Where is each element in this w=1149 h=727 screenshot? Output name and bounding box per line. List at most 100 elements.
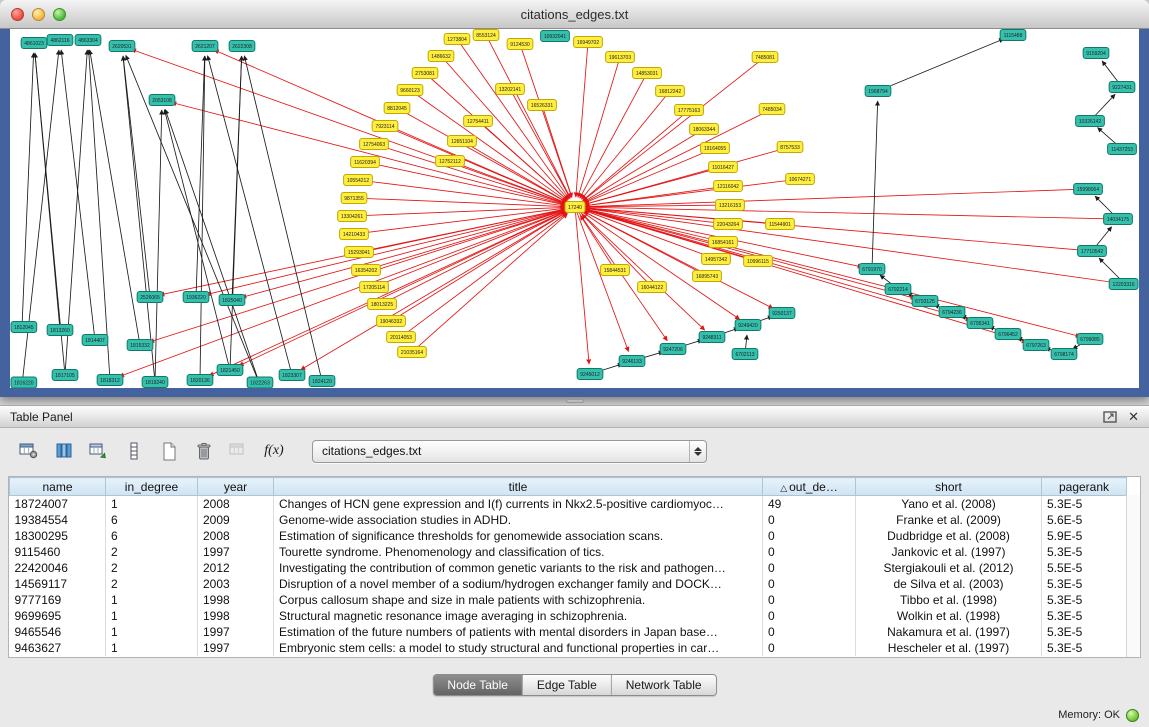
- graph-node[interactable]: 1825040: [219, 295, 245, 306]
- graph-node[interactable]: 12752112: [436, 156, 465, 167]
- graph-node[interactable]: 4863304: [75, 35, 101, 46]
- table-row[interactable]: 911546021997Tourette syndrome. Phenomeno…: [10, 544, 1127, 560]
- graph-node[interactable]: 2053108: [149, 95, 175, 106]
- graph-node[interactable]: 1823307: [279, 370, 305, 381]
- graph-node[interactable]: 14957342: [702, 254, 731, 265]
- table-selector[interactable]: citations_edges.txt: [312, 440, 707, 463]
- column-header-out_de[interactable]: △out_de…: [763, 478, 856, 496]
- table-cell[interactable]: 18300295: [10, 528, 106, 544]
- graph-node[interactable]: 16044122: [638, 282, 667, 293]
- table-row[interactable]: 946362711997Embryonic stem cells: a mode…: [10, 640, 1127, 656]
- table-cell[interactable]: Structural magnetic resonance image aver…: [274, 608, 763, 624]
- graph-node[interactable]: 16895743: [693, 271, 722, 282]
- graph-node[interactable]: 18063344: [690, 124, 719, 135]
- graph-node[interactable]: 17775163: [675, 105, 704, 116]
- graph-node[interactable]: 17205114: [360, 282, 389, 293]
- table-cell[interactable]: Tibbo et al. (1998): [856, 592, 1042, 608]
- graph-node[interactable]: 1817105: [52, 370, 78, 381]
- table-cell[interactable]: 5.3E-5: [1042, 592, 1127, 608]
- table-cell[interactable]: 0: [763, 592, 856, 608]
- graph-node[interactable]: 1813260: [47, 325, 73, 336]
- graph-node[interactable]: 7485034: [759, 104, 785, 115]
- graph-node[interactable]: 6795341: [967, 318, 993, 329]
- graph-node[interactable]: 8757533: [777, 142, 803, 153]
- table-cell[interactable]: 1: [106, 608, 198, 624]
- new-table-icon[interactable]: [156, 439, 182, 463]
- graph-node[interactable]: 10326142: [1076, 116, 1105, 127]
- table-cell[interactable]: 6: [106, 528, 198, 544]
- table-cell[interactable]: Estimation of significance thresholds fo…: [274, 528, 763, 544]
- graph-node[interactable]: 9227431: [1109, 82, 1135, 93]
- graph-node[interactable]: 8812045: [384, 103, 410, 114]
- graph-node[interactable]: 16812242: [656, 86, 685, 97]
- table-cell[interactable]: 0: [763, 544, 856, 560]
- table-cell[interactable]: 1: [106, 640, 198, 656]
- graph-node[interactable]: 13216153: [716, 200, 745, 211]
- tab-network-table[interactable]: Network Table: [612, 675, 716, 695]
- graph-node[interactable]: 1812045: [11, 322, 37, 333]
- zoom-window-button[interactable]: [53, 8, 66, 21]
- table-cell[interactable]: 2: [106, 560, 198, 576]
- table-cell[interactable]: 1998: [198, 608, 274, 624]
- table-cell[interactable]: 2009: [198, 512, 274, 528]
- graph-node[interactable]: 16854161: [709, 237, 738, 248]
- graph-node[interactable]: 7485081: [752, 52, 778, 63]
- table-cell[interactable]: de Silva et al. (2003): [856, 576, 1042, 592]
- table-cell[interactable]: 0: [763, 608, 856, 624]
- table-cell[interactable]: 2008: [198, 496, 274, 513]
- graph-node[interactable]: 4861023: [21, 38, 47, 49]
- table-cell[interactable]: 5.3E-5: [1042, 624, 1127, 640]
- graph-node[interactable]: 6796452: [995, 329, 1021, 340]
- graph-node[interactable]: 1115488: [1000, 30, 1026, 41]
- graph-node[interactable]: 6797263: [1023, 340, 1049, 351]
- graph-node[interactable]: 10554212: [344, 175, 373, 186]
- table-cell[interactable]: 2: [106, 576, 198, 592]
- graph-node[interactable]: 16526331: [528, 100, 557, 111]
- table-cell[interactable]: 1: [106, 592, 198, 608]
- table-scrollbar[interactable]: [1126, 495, 1140, 657]
- table-row[interactable]: 1456911722003Disruption of a novel membe…: [10, 576, 1127, 592]
- close-panel-icon[interactable]: ✕: [1128, 410, 1139, 423]
- table-cell[interactable]: Yano et al. (2008): [856, 496, 1042, 513]
- network-canvas[interactable]: 1724012738041486632275308196601238812045…: [10, 29, 1139, 388]
- graph-node[interactable]: 6792214: [885, 284, 911, 295]
- graph-node[interactable]: 6799085: [1077, 334, 1103, 345]
- graph-node[interactable]: 20114053: [387, 332, 416, 343]
- table-cell[interactable]: Investigating the contribution of common…: [274, 560, 763, 576]
- graph-node[interactable]: 9246133: [619, 356, 645, 367]
- table-cell[interactable]: 18724007: [10, 496, 106, 513]
- delete-table-icon[interactable]: [191, 439, 217, 463]
- row-height-icon[interactable]: [121, 439, 147, 463]
- graph-node[interactable]: 11620394: [351, 157, 380, 168]
- graph-node[interactable]: 16949702: [574, 37, 603, 48]
- graph-node[interactable]: 13304261: [338, 211, 367, 222]
- graph-node[interactable]: 1968794: [865, 86, 891, 97]
- graph-node[interactable]: 2620531: [109, 41, 135, 52]
- table-cell[interactable]: 19384554: [10, 512, 106, 528]
- table-cell[interactable]: 1997: [198, 640, 274, 656]
- graph-node[interactable]: 17240: [565, 202, 585, 213]
- table-cell[interactable]: 0: [763, 512, 856, 528]
- graph-node[interactable]: 6798174: [1051, 349, 1077, 360]
- graph-node[interactable]: 15293041: [345, 247, 374, 258]
- graph-node[interactable]: 11016427: [709, 162, 738, 173]
- graph-node[interactable]: 19613703: [606, 52, 635, 63]
- table-row[interactable]: 2242004622012Investigating the contribut…: [10, 560, 1127, 576]
- column-header-pagerank[interactable]: pagerank: [1042, 478, 1127, 496]
- table-cell[interactable]: 9699695: [10, 608, 106, 624]
- table-row[interactable]: 1830029562008Estimation of significance …: [10, 528, 1127, 544]
- graph-node[interactable]: 6702113: [732, 349, 758, 360]
- table-cell[interactable]: 9463627: [10, 640, 106, 656]
- table-cell[interactable]: Franke et al. (2009): [856, 512, 1042, 528]
- graph-node[interactable]: 11437253: [1108, 144, 1137, 155]
- table-cell[interactable]: 5.9E-5: [1042, 528, 1127, 544]
- graph-node[interactable]: 1821450: [217, 365, 243, 376]
- graph-node[interactable]: 12203316: [1109, 279, 1138, 290]
- graph-node[interactable]: 19164055: [701, 143, 730, 154]
- table-cell[interactable]: Tourette syndrome. Phenomenology and cla…: [274, 544, 763, 560]
- graph-node[interactable]: 9124530: [507, 39, 533, 50]
- graph-node[interactable]: 12116042: [714, 181, 743, 192]
- table-cell[interactable]: 14569117: [10, 576, 106, 592]
- table-cell[interactable]: 1997: [198, 544, 274, 560]
- graph-node[interactable]: 9249420: [735, 320, 761, 331]
